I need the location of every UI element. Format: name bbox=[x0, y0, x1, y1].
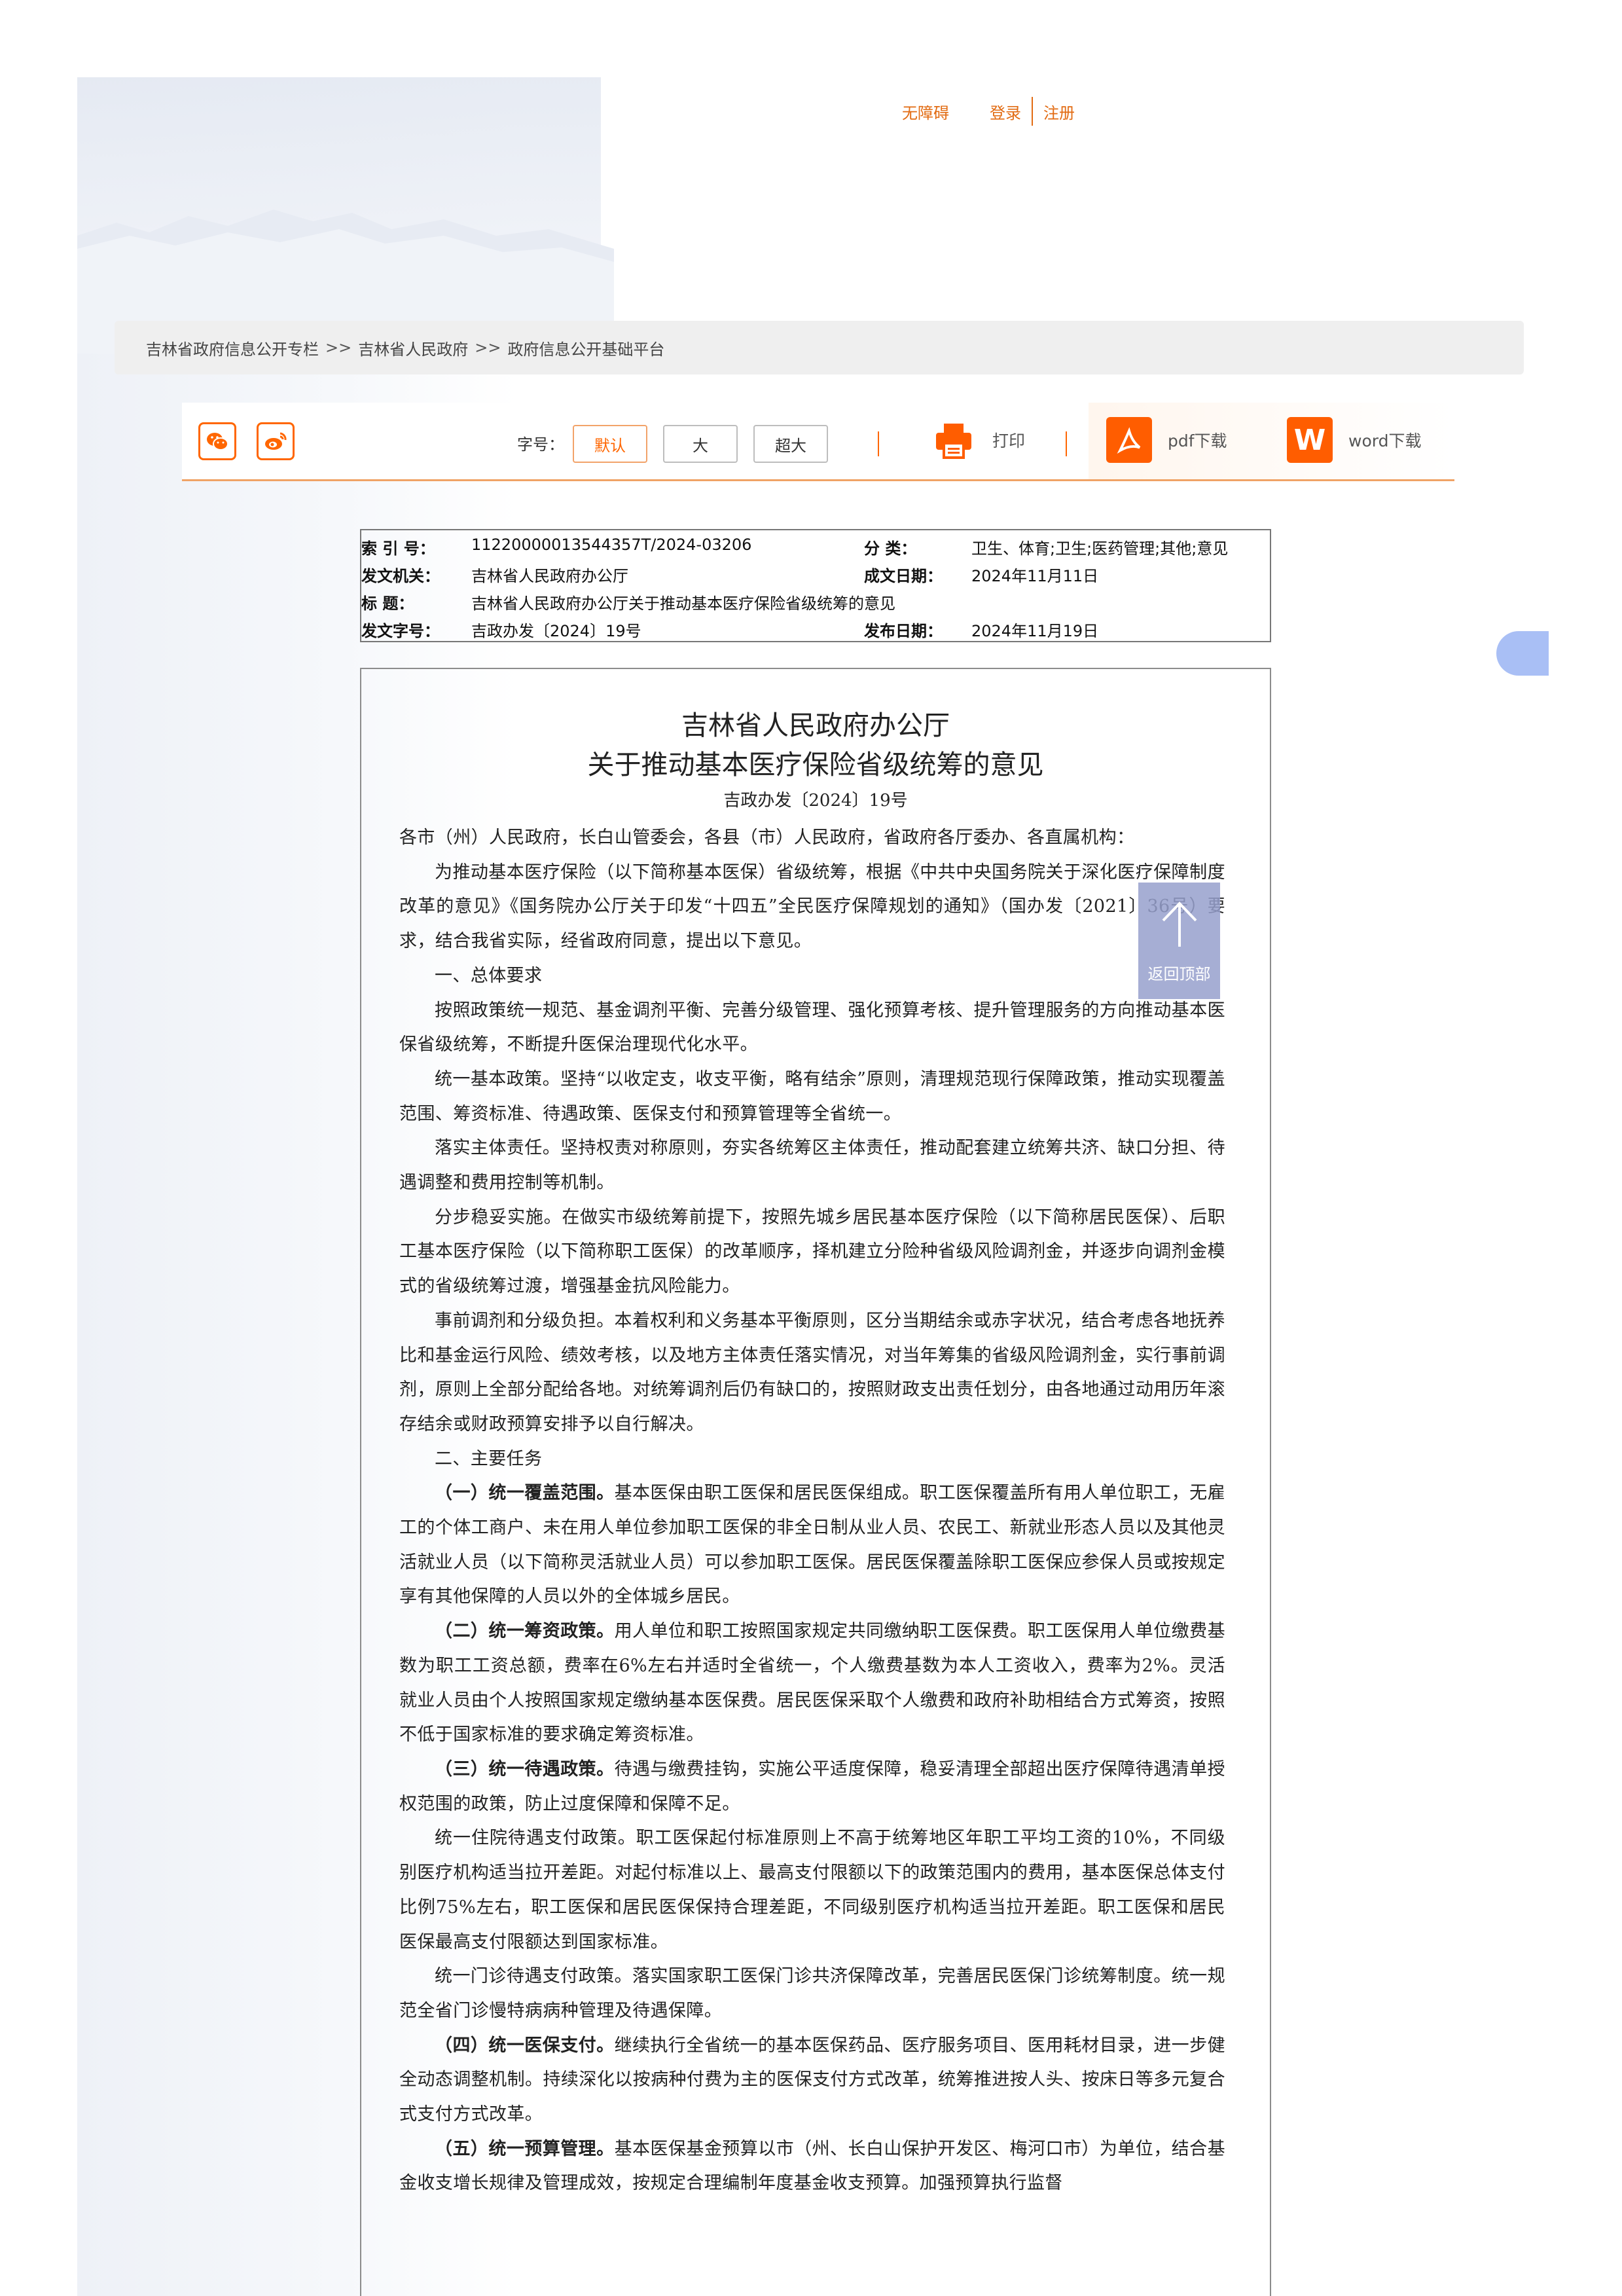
login-link[interactable]: 登录 bbox=[990, 100, 1021, 123]
section-heading: 二、主要任务 bbox=[435, 1448, 543, 1469]
printer-icon bbox=[936, 424, 971, 459]
paragraph: 统一门诊待遇支付政策。落实国家职工医保门诊共济保障改革，完善居民医保门诊统筹制度… bbox=[399, 1966, 1225, 2021]
document-body: 各市（州）人民政府，长白山管委会，各县（市）人民政府，省政府各厅委办、各直属机构… bbox=[399, 821, 1225, 2201]
breadcrumb-separator: >> bbox=[325, 338, 352, 357]
paragraph: 为推动基本医疗保险（以下简称基本医保）省级统筹，根据《中共中央国务院关于深化医疗… bbox=[399, 862, 1225, 952]
word-download-label: word下载 bbox=[1348, 431, 1422, 450]
issuer-label: 发文机关： bbox=[361, 567, 440, 585]
meta-row: 发文字号： 吉政办发〔2024〕19号 发布日期： 2024年11月19日 bbox=[361, 618, 1270, 646]
meta-row: 发文机关： 吉林省人民政府办公厅 成文日期： 2024年11月11日 bbox=[361, 563, 1270, 591]
paragraph: （一）统一覆盖范围。基本医保由职工医保和居民医保组成。职工医保覆盖所有用人单位职… bbox=[399, 1476, 1225, 1614]
subsection-title: （四）统一医保支付。 bbox=[435, 2035, 615, 2056]
accessibility-link[interactable]: 无障碍 bbox=[902, 100, 949, 123]
issuer-value: 吉林省人民政府办公厅 bbox=[471, 567, 628, 585]
document-metadata-table: 索 引 号： 11220000013544357T/2024-03206 分 类… bbox=[360, 529, 1271, 642]
back-to-top-button[interactable]: 返回顶部 bbox=[1138, 883, 1220, 999]
top-links: 无障碍 登录 注册 bbox=[902, 97, 1075, 126]
breadcrumb-item-provincial-government[interactable]: 吉林省人民政府 bbox=[358, 337, 468, 359]
font-size-large-button[interactable]: 大 bbox=[663, 425, 738, 463]
weibo-icon bbox=[265, 432, 287, 450]
toolbar-divider bbox=[1066, 431, 1067, 456]
word-download-button[interactable]: W word下载 bbox=[1287, 417, 1421, 463]
document-number-label: 发文字号： bbox=[361, 622, 440, 640]
font-size-default-button[interactable]: 默认 bbox=[573, 425, 647, 463]
breadcrumb-item-info-platform[interactable]: 政府信息公开基础平台 bbox=[507, 337, 664, 359]
paragraph: （二）统一筹资政策。用人单位和职工按照国家规定共同缴纳职工医保费。职工医保用人单… bbox=[399, 1614, 1225, 1753]
breadcrumb-separator: >> bbox=[475, 338, 501, 357]
paragraph: 按照政策统一规范、基金调剂平衡、完善分级管理、强化预算考核、提升管理服务的方向推… bbox=[399, 1000, 1225, 1055]
category-value: 卫生、体育;卫生;医药管理;其他;意见 bbox=[971, 539, 1229, 558]
paragraph: 统一住院待遇支付政策。职工医保起付标准原则上不高于统筹地区年职工平均工资的10%… bbox=[399, 1828, 1225, 1952]
salutation: 各市（州）人民政府，长白山管委会，各县（市）人民政府，省政府各厅委办、各直属机构… bbox=[399, 828, 1135, 848]
index-number-label: 索 引 号： bbox=[361, 539, 435, 558]
font-size-label: 字号： bbox=[517, 435, 564, 454]
paragraph: 统一基本政策。坚持“以收定支，收支平衡，略有结余”原则，清理规范现行保障政策，推… bbox=[399, 1068, 1225, 1124]
published-date-value: 2024年11月19日 bbox=[971, 622, 1099, 640]
document-number: 吉政办发〔2024〕19号 bbox=[723, 791, 908, 811]
paragraph: 事前调剂和分级负担。本着权利和义务基本平衡原则，区分当期结余或赤字状况，结合考虑… bbox=[399, 1310, 1225, 1434]
arrow-up-icon bbox=[1162, 902, 1197, 947]
weibo-share-button[interactable] bbox=[257, 422, 295, 460]
article-toolbar: 字号： 默认 大 超大 打印 pdf下载 W word下载 bbox=[182, 403, 1454, 481]
pdf-download-label: pdf下载 bbox=[1168, 431, 1227, 450]
back-to-top-label: 返回顶部 bbox=[1147, 965, 1211, 983]
meta-row: 标 题： 吉林省人民政府办公厅关于推动基本医疗保险省级统筹的意见 bbox=[361, 591, 1270, 618]
document-number-value: 吉政办发〔2024〕19号 bbox=[471, 622, 641, 640]
register-link[interactable]: 注册 bbox=[1043, 100, 1075, 123]
wechat-share-button[interactable] bbox=[198, 422, 236, 460]
meta-row: 索 引 号： 11220000013544357T/2024-03206 分 类… bbox=[361, 536, 1270, 563]
breadcrumb-item-info-column[interactable]: 吉林省政府信息公开专栏 bbox=[146, 337, 319, 359]
created-date-value: 2024年11月11日 bbox=[971, 567, 1099, 585]
created-date-label: 成文日期： bbox=[864, 567, 943, 585]
pdf-icon bbox=[1106, 417, 1152, 463]
paragraph: （四）统一医保支付。继续执行全省统一的基本医保药品、医疗服务项目、医用耗材目录，… bbox=[399, 2029, 1225, 2132]
subsection-title: （三）统一待遇政策。 bbox=[435, 1758, 615, 1779]
breadcrumb: 吉林省政府信息公开专栏 >> 吉林省人民政府 >> 政府信息公开基础平台 bbox=[115, 321, 1524, 374]
print-label: 打印 bbox=[992, 431, 1026, 450]
section-heading: 一、总体要求 bbox=[435, 965, 543, 986]
paragraph: （五）统一预算管理。基本医保基金预算以市（州、长白山保护开发区、梅河口市）为单位… bbox=[399, 2132, 1225, 2201]
font-size-xlarge-button[interactable]: 超大 bbox=[753, 425, 828, 463]
subsection-title: （二）统一筹资政策。 bbox=[435, 1621, 615, 1642]
document-title-line2: 关于推动基本医疗保险省级统筹的意见 bbox=[587, 749, 1044, 780]
wechat-icon bbox=[207, 433, 228, 450]
category-label: 分 类： bbox=[864, 539, 917, 558]
title-label: 标 题： bbox=[361, 594, 414, 613]
print-button[interactable]: 打印 bbox=[933, 420, 1025, 460]
document-title-line1: 吉林省人民政府办公厅 bbox=[681, 710, 950, 741]
subsection-title: （五）统一预算管理。 bbox=[435, 2138, 615, 2159]
published-date-label: 发布日期： bbox=[864, 622, 943, 640]
side-floating-tab[interactable] bbox=[1496, 631, 1549, 676]
index-number-value: 11220000013544357T/2024-03206 bbox=[471, 536, 752, 554]
paragraph: 分步稳妥实施。在做实市级统筹前提下，按照先城乡居民基本医疗保险（以下简称居民医保… bbox=[399, 1207, 1225, 1297]
link-divider bbox=[1032, 97, 1033, 126]
toolbar-divider bbox=[878, 431, 879, 456]
document-content: 吉林省人民政府办公厅 关于推动基本医疗保险省级统筹的意见 吉政办发〔2024〕1… bbox=[360, 668, 1271, 2296]
paragraph: 落实主体责任。坚持权责对称原则，夯实各统筹区主体责任，推动配套建立统筹共济、缺口… bbox=[399, 1138, 1225, 1194]
subsection-title: （一）统一覆盖范围。 bbox=[435, 1483, 615, 1504]
word-icon: W bbox=[1287, 417, 1333, 463]
title-value: 吉林省人民政府办公厅关于推动基本医疗保险省级统筹的意见 bbox=[471, 594, 895, 613]
pdf-download-button[interactable]: pdf下载 bbox=[1106, 417, 1227, 463]
paragraph: （三）统一待遇政策。待遇与缴费挂钩，实施公平适度保障，稳妥清理全部超出医疗保障待… bbox=[399, 1753, 1225, 1821]
